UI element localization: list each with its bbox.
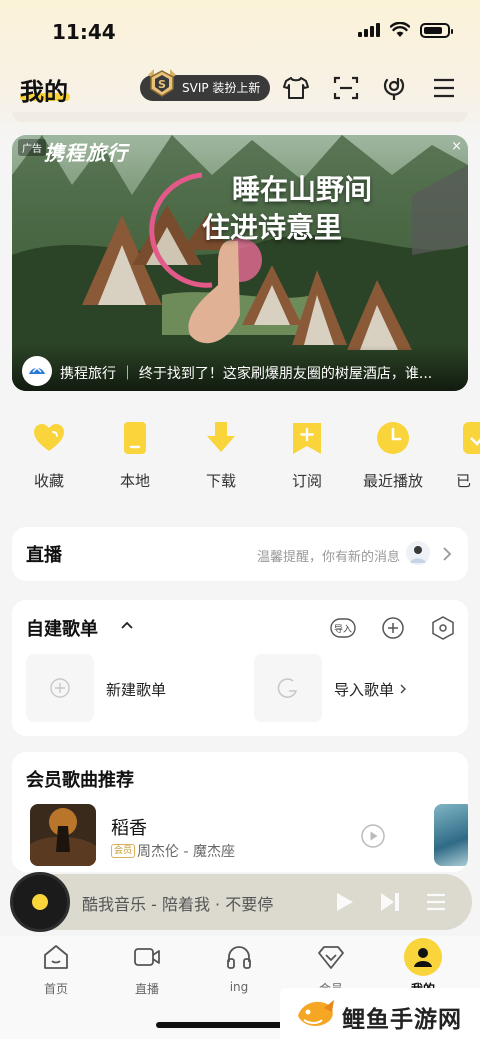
next-song-cover[interactable] — [434, 804, 468, 866]
ad-close-button[interactable]: × — [451, 139, 462, 154]
video-icon — [134, 948, 160, 966]
song-cover[interactable] — [30, 804, 96, 866]
ad-banner[interactable]: 广告 携程旅行 × 睡在山野间 住进诗意里 携程旅行 ｜ 终于找到了！这家刷爆朋… — [12, 135, 468, 391]
import-playlist-text: 导入歌单 — [334, 681, 395, 699]
scan-icon[interactable] — [332, 74, 360, 102]
headphones-icon — [227, 946, 251, 969]
tab-home[interactable]: 首页 — [26, 942, 86, 997]
quick-action-favorites[interactable]: 收藏 — [14, 420, 84, 491]
playlist-icon[interactable] — [424, 890, 448, 914]
vip-badge: 会员 — [111, 844, 136, 858]
new-playlist-tile[interactable] — [26, 654, 94, 722]
song-artist-album: 周杰伦 - 魔杰座 — [137, 844, 235, 860]
clock-icon — [377, 422, 409, 454]
quick-actions: 收藏 本地 下载 订阅 最近播放 已 — [0, 420, 480, 500]
ad-caption: 携程旅行 ｜ 终于找到了！这家刷爆朋友圈的树屋酒店，谁... — [60, 366, 433, 382]
playlist-title: 自建歌单 — [26, 619, 98, 640]
tab-label: ing — [229, 980, 249, 994]
quick-action-label: 已 — [456, 472, 472, 490]
tab-label: 直播 — [134, 982, 159, 996]
add-circle-icon[interactable] — [380, 615, 406, 641]
song-title[interactable]: 稻香 — [111, 814, 147, 840]
plus-icon — [50, 678, 70, 698]
home-indicator — [156, 1022, 296, 1028]
phone-icon — [124, 422, 146, 454]
tab-label: 首页 — [43, 982, 68, 996]
player-disc[interactable] — [10, 872, 70, 932]
tshirt-icon[interactable] — [282, 74, 310, 102]
page-title: 我的 — [20, 78, 68, 106]
mini-player[interactable]: 酷我音乐 - 陪着我 · 不要停 — [10, 872, 472, 932]
play-icon[interactable] — [332, 890, 356, 914]
check-icon — [463, 422, 480, 454]
chevron-right-icon — [400, 684, 406, 694]
quick-action-label: 收藏 — [33, 472, 64, 490]
ad-headline-line-2: 住进诗意里 — [202, 211, 343, 244]
quick-action-local[interactable]: 本地 — [100, 420, 170, 491]
player-now-playing: 酷我音乐 - 陪着我 · 不要停 — [82, 895, 274, 914]
svip-emblem-icon: S — [148, 69, 176, 97]
ad-tag: 广告 — [18, 139, 46, 156]
profile-icon — [404, 938, 442, 976]
ctrip-logo-icon — [22, 356, 52, 386]
home-icon — [44, 945, 68, 969]
next-track-icon[interactable] — [378, 890, 402, 914]
avatar — [406, 541, 430, 565]
import-playlist-label[interactable]: 导入歌单 — [334, 679, 407, 700]
quick-action-recent[interactable]: 最近播放 — [358, 420, 428, 491]
diamond-icon — [318, 946, 344, 969]
tab-live[interactable]: 直播 — [117, 942, 177, 997]
svip-badge[interactable]: S SVIP 装扮上新 — [140, 69, 271, 101]
status-icons — [358, 22, 453, 38]
quick-action-download[interactable]: 下载 — [186, 420, 256, 491]
import-playlist-tile[interactable] — [254, 654, 322, 722]
watermark: 鲤鱼手游网 — [280, 988, 480, 1039]
heart-icon — [34, 424, 64, 451]
header: 我的 S SVIP 装扮上新 — [0, 66, 480, 112]
battery-icon — [420, 22, 453, 38]
status-time: 11:44 — [52, 20, 116, 44]
quick-action-label: 订阅 — [291, 472, 322, 490]
subscribe-icon — [293, 423, 321, 454]
quick-action-label: 下载 — [205, 472, 236, 490]
quick-action-label: 最近播放 — [362, 472, 423, 490]
vip-songs-card: 会员歌曲推荐 稻香 会员 周杰伦 - 魔杰座 — [12, 752, 468, 872]
quick-action-subscribe[interactable]: 订阅 — [272, 420, 342, 491]
import-icon-text: 导入 — [334, 624, 352, 635]
ad-brand: 携程旅行 — [44, 141, 128, 165]
ad-headline: 睡在山野间 住进诗意里 — [202, 171, 432, 247]
play-circle-icon[interactable] — [360, 823, 386, 849]
mic-search-icon[interactable] — [380, 74, 408, 102]
chevron-right-icon — [443, 547, 452, 561]
wifi-icon — [390, 22, 410, 37]
signal-icon — [358, 23, 380, 37]
quick-action-more[interactable]: 已 — [444, 420, 480, 491]
quick-action-label: 本地 — [119, 472, 150, 490]
download-icon — [207, 422, 235, 452]
watermark-text: 鲤鱼手游网 — [342, 1007, 462, 1033]
status-bar: 11:44 — [0, 0, 480, 62]
vip-songs-title: 会员歌曲推荐 — [26, 770, 134, 791]
live-title: 直播 — [26, 545, 62, 566]
header-divider — [12, 112, 468, 122]
import-link-icon — [277, 678, 298, 698]
playlist-card: 自建歌单 导入 新建歌单 导入歌单 — [12, 600, 468, 736]
fish-logo-icon — [298, 1000, 334, 1026]
ad-headline-line-1: 睡在山野间 — [232, 173, 373, 206]
live-hint: 温馨提醒，你有新的消息 — [256, 550, 400, 565]
settings-hex-icon[interactable] — [430, 615, 456, 641]
import-icon[interactable]: 导入 — [330, 615, 356, 641]
svg-text:S: S — [158, 78, 166, 91]
svip-label: SVIP 装扮上新 — [182, 81, 261, 95]
chevron-up-icon[interactable] — [120, 620, 134, 630]
tab-ing[interactable]: ing — [209, 942, 269, 994]
live-card[interactable]: 直播 温馨提醒，你有新的消息 — [12, 527, 468, 581]
new-playlist-label[interactable]: 新建歌单 — [106, 679, 166, 700]
menu-icon[interactable] — [430, 74, 458, 102]
ad-footer: 携程旅行 ｜ 终于找到了！这家刷爆朋友圈的树屋酒店，谁... — [12, 345, 468, 391]
